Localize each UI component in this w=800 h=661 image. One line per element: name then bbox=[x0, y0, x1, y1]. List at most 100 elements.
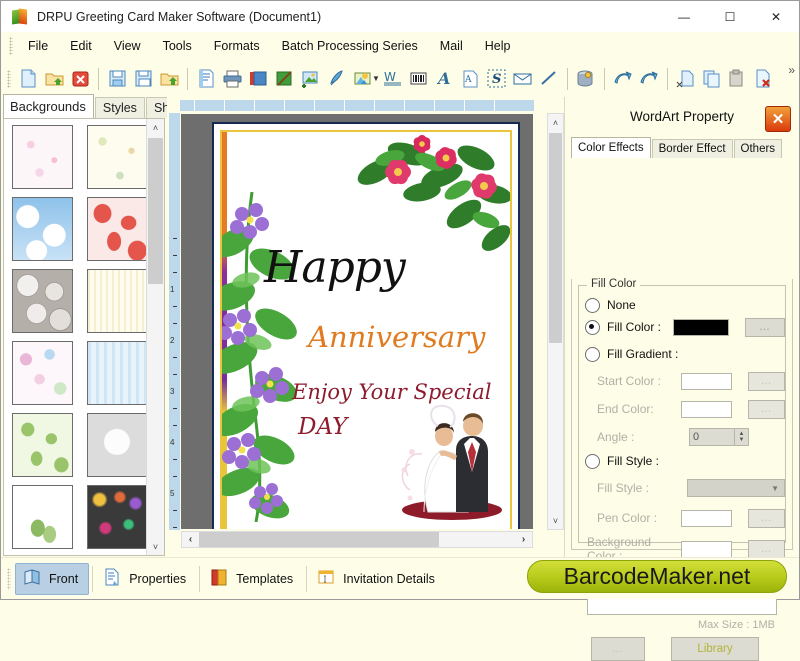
canvas-scroll-up-icon[interactable]: ˄ bbox=[548, 114, 563, 131]
signature-icon[interactable]: S bbox=[484, 66, 510, 92]
line-tool-icon[interactable] bbox=[536, 66, 562, 92]
bottom-tab-front[interactable]: Front bbox=[15, 563, 89, 595]
insert-image-icon[interactable] bbox=[297, 66, 323, 92]
pen-color-swatch[interactable] bbox=[681, 510, 732, 527]
thumbnail-blue-sky-clouds[interactable] bbox=[12, 197, 73, 261]
bottom-tab-invitation-details[interactable]: Invitation Details bbox=[310, 564, 445, 594]
card-text-enjoy-your-special[interactable]: Enjoy Your Special bbox=[292, 380, 491, 404]
copy-icon[interactable] bbox=[699, 66, 725, 92]
bottom-tab-templates[interactable]: Templates bbox=[203, 564, 303, 594]
thumbnail-pastel-flowers[interactable] bbox=[12, 341, 73, 405]
background-color-browse-button[interactable]: … bbox=[748, 540, 785, 559]
canvas-vertical-scrollbar[interactable]: ˄ ˅ bbox=[547, 113, 564, 530]
close-button[interactable]: ✕ bbox=[753, 1, 799, 32]
option-none-row[interactable]: None bbox=[585, 294, 785, 316]
envelope-icon[interactable] bbox=[510, 66, 536, 92]
radio-fill-color[interactable] bbox=[585, 320, 600, 335]
thumbnail-green-pine-trees[interactable] bbox=[12, 413, 73, 477]
thumbnail-blue-snowflakes[interactable] bbox=[87, 341, 148, 405]
tab-others[interactable]: Others bbox=[734, 139, 783, 158]
image-browse-button[interactable]: … bbox=[591, 637, 645, 661]
radio-fill-gradient[interactable] bbox=[585, 347, 600, 362]
minimize-button[interactable]: — bbox=[661, 1, 707, 32]
greeting-card[interactable]: Happy Anniversary Enjoy Your Special DAY bbox=[212, 122, 520, 529]
end-color-swatch[interactable] bbox=[681, 401, 732, 418]
hscrollbar-track[interactable] bbox=[199, 532, 515, 547]
export-folder-icon[interactable] bbox=[156, 66, 182, 92]
text-tool-icon[interactable]: A bbox=[432, 66, 458, 92]
library-button[interactable]: Library bbox=[671, 637, 759, 661]
pen-icon[interactable] bbox=[323, 66, 349, 92]
thumbnail-green-plant-white[interactable] bbox=[12, 485, 73, 549]
thumbnail-dark-sparkle-lights[interactable] bbox=[87, 485, 148, 549]
open-folder-icon[interactable] bbox=[41, 66, 67, 92]
radio-none[interactable] bbox=[585, 298, 600, 313]
database-icon[interactable] bbox=[573, 66, 599, 92]
toolbar-overflow-icon[interactable]: » bbox=[788, 63, 795, 77]
card-text-anniversary[interactable]: Anniversary bbox=[308, 320, 485, 354]
option-fill-style-row[interactable]: Fill Style : bbox=[585, 450, 785, 472]
thumbnail-white-heart-grey[interactable] bbox=[87, 413, 148, 477]
new-document-icon[interactable] bbox=[15, 66, 41, 92]
right-panel-close-icon[interactable]: ✕ bbox=[765, 106, 791, 132]
option-fill-gradient-row[interactable]: Fill Gradient : bbox=[585, 343, 785, 365]
fill-style-dropdown[interactable]: ▼ bbox=[687, 479, 785, 497]
save-icon[interactable] bbox=[104, 66, 130, 92]
toolbar-grip-handle[interactable] bbox=[7, 70, 11, 88]
thumbnail-baby-pink-doodles[interactable] bbox=[12, 125, 73, 189]
option-fill-color-row[interactable]: Fill Color : … bbox=[585, 316, 785, 338]
menu-item-batch-processing-series[interactable]: Batch Processing Series bbox=[271, 35, 429, 57]
card-text-happy[interactable]: Happy bbox=[264, 242, 405, 293]
barcode-icon[interactable] bbox=[406, 66, 432, 92]
thumbnail-baby-items-cream[interactable] bbox=[87, 125, 148, 189]
menu-item-file[interactable]: File bbox=[17, 35, 59, 57]
hscrollbar-thumb[interactable] bbox=[199, 532, 439, 547]
background-color-swatch[interactable] bbox=[681, 541, 733, 558]
menu-item-view[interactable]: View bbox=[103, 35, 152, 57]
menu-grip-handle[interactable] bbox=[9, 37, 13, 55]
angle-stepper[interactable]: 0 ▲▼ bbox=[689, 428, 749, 446]
redo-icon[interactable] bbox=[636, 66, 662, 92]
menu-item-tools[interactable]: Tools bbox=[152, 35, 203, 57]
bottom-tab-properties[interactable]: Properties bbox=[96, 564, 196, 594]
card-stack-icon[interactable] bbox=[245, 66, 271, 92]
start-color-browse-button[interactable]: … bbox=[748, 372, 785, 391]
cut-icon[interactable] bbox=[673, 66, 699, 92]
tab-border-effect[interactable]: Border Effect bbox=[652, 139, 733, 158]
thumbnail-grey-stones[interactable] bbox=[12, 269, 73, 333]
left-panel-scrollbar[interactable]: ˄ ˅ bbox=[146, 119, 164, 555]
radio-fill-style[interactable] bbox=[585, 454, 600, 469]
text-box-icon[interactable]: A bbox=[458, 66, 484, 92]
menu-item-formats[interactable]: Formats bbox=[203, 35, 271, 57]
thumbnail-strawberries[interactable] bbox=[87, 197, 148, 261]
chevron-down-icon[interactable]: ▼ bbox=[771, 484, 779, 493]
end-color-browse-button[interactable]: … bbox=[748, 400, 785, 419]
print-icon[interactable] bbox=[219, 66, 245, 92]
canvas-horizontal-scrollbar[interactable]: ‹ › bbox=[181, 531, 533, 548]
close-document-icon[interactable] bbox=[67, 66, 93, 92]
canvas-scroll-right-icon[interactable]: › bbox=[515, 534, 532, 545]
canvas-vscrollbar-thumb[interactable] bbox=[549, 133, 562, 343]
fill-color-swatch[interactable] bbox=[673, 319, 729, 336]
bottom-bar-grip-handle[interactable] bbox=[7, 568, 11, 590]
tab-backgrounds[interactable]: Backgrounds bbox=[3, 94, 94, 118]
fill-color-browse-button[interactable]: … bbox=[745, 318, 785, 337]
scroll-down-icon[interactable]: ˅ bbox=[147, 538, 164, 555]
chevron-down-icon[interactable]: ▼ bbox=[372, 74, 380, 83]
tab-color-effects[interactable]: Color Effects bbox=[571, 137, 651, 158]
tab-styles[interactable]: Styles bbox=[95, 97, 145, 118]
menu-item-mail[interactable]: Mail bbox=[429, 35, 474, 57]
card-text-day[interactable]: DAY bbox=[298, 414, 347, 440]
start-color-swatch[interactable] bbox=[681, 373, 732, 390]
canvas-stage[interactable]: Happy Anniversary Enjoy Your Special DAY bbox=[181, 114, 533, 529]
maximize-button[interactable]: ☐ bbox=[707, 1, 753, 32]
color-fill-icon[interactable] bbox=[271, 66, 297, 92]
canvas-scroll-down-icon[interactable]: ˅ bbox=[548, 512, 563, 529]
page-setup-icon[interactable] bbox=[193, 66, 219, 92]
canvas-scroll-left-icon[interactable]: ‹ bbox=[182, 534, 199, 545]
watermark-icon[interactable]: W bbox=[380, 66, 406, 92]
thumbnail-party-confetti[interactable] bbox=[87, 269, 148, 333]
menu-item-help[interactable]: Help bbox=[474, 35, 522, 57]
save-as-icon[interactable] bbox=[130, 66, 156, 92]
scroll-up-icon[interactable]: ˄ bbox=[147, 119, 164, 136]
